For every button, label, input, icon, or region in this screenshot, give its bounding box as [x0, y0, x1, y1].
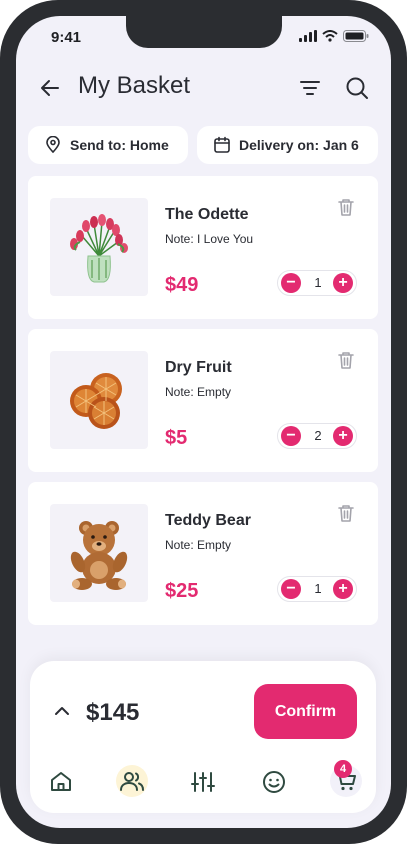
quantity-value: 2	[314, 428, 322, 443]
quantity-stepper: − 2 +	[277, 423, 357, 449]
search-icon[interactable]	[344, 75, 370, 101]
teddy-bear-image	[70, 521, 128, 590]
basket-item: The Odette Note: I Love You $49 − 1 +	[28, 176, 378, 319]
battery-icon	[343, 30, 369, 42]
home-icon	[51, 772, 71, 791]
sliders-icon	[191, 772, 215, 792]
filter-icon[interactable]	[298, 76, 322, 100]
item-note: Note: Empty	[165, 538, 232, 552]
item-name: The Odette	[165, 206, 249, 223]
cart-count-badge: 4	[334, 760, 352, 778]
trash-icon[interactable]	[335, 196, 357, 218]
device-notch	[126, 16, 282, 48]
item-note: Note: Empty	[165, 385, 232, 399]
increase-quantity-button[interactable]: +	[333, 426, 353, 446]
users-icon	[120, 772, 144, 791]
delivery-date-label: Delivery on: Jan 6	[239, 137, 359, 153]
item-thumbnail	[50, 351, 148, 449]
basket-item: Teddy Bear Note: Empty $25 − 1 +	[28, 482, 378, 625]
item-price: $25	[165, 580, 199, 602]
item-name: Dry Fruit	[165, 359, 232, 376]
signal-icon	[299, 30, 317, 42]
item-thumbnail	[50, 504, 148, 602]
calendar-icon	[214, 136, 230, 153]
quantity-value: 1	[314, 275, 322, 290]
status-icons	[299, 30, 369, 42]
basket-item: Dry Fruit Note: Empty $5 − 2 +	[28, 329, 378, 472]
nav-home[interactable]	[46, 767, 76, 797]
quantity-stepper: − 1 +	[277, 270, 357, 296]
phone-frame: 9:41 My Basket Send to: Home Delivery on…	[0, 0, 407, 844]
nav-profile[interactable]	[259, 767, 289, 797]
header: My Basket	[16, 68, 391, 108]
status-time: 9:41	[51, 29, 82, 46]
delivery-date-chip[interactable]: Delivery on: Jan 6	[197, 126, 378, 164]
trash-icon[interactable]	[335, 349, 357, 371]
increase-quantity-button[interactable]: +	[333, 273, 353, 293]
back-arrow-icon[interactable]	[38, 76, 62, 100]
item-note: Note: I Love You	[165, 232, 254, 246]
smiley-icon	[263, 771, 285, 793]
checkout-panel: $145 Confirm 4	[30, 661, 376, 813]
nav-users[interactable]	[116, 765, 148, 797]
increase-quantity-button[interactable]: +	[333, 579, 353, 599]
flower-vase-image	[70, 214, 128, 283]
quantity-stepper: − 1 +	[277, 576, 357, 602]
nav-adjustments[interactable]	[188, 767, 218, 797]
item-thumbnail	[50, 198, 148, 296]
item-price: $5	[165, 427, 188, 449]
trash-icon[interactable]	[335, 502, 357, 524]
send-to-chip[interactable]: Send to: Home	[28, 126, 188, 164]
send-to-label: Send to: Home	[70, 137, 169, 153]
wifi-icon	[322, 30, 338, 42]
decrease-quantity-button[interactable]: −	[281, 579, 301, 599]
location-pin-icon	[46, 136, 60, 154]
order-total: $145	[86, 699, 140, 726]
item-price: $49	[165, 274, 199, 296]
quantity-value: 1	[314, 581, 322, 596]
chevron-up-icon[interactable]	[52, 701, 72, 721]
confirm-button[interactable]: Confirm	[254, 684, 357, 739]
page-title: My Basket	[78, 72, 191, 99]
dried-orange-image	[70, 373, 122, 429]
decrease-quantity-button[interactable]: −	[281, 426, 301, 446]
decrease-quantity-button[interactable]: −	[281, 273, 301, 293]
item-name: Teddy Bear	[165, 512, 251, 529]
app-screen: 9:41 My Basket Send to: Home Delivery on…	[16, 16, 391, 828]
